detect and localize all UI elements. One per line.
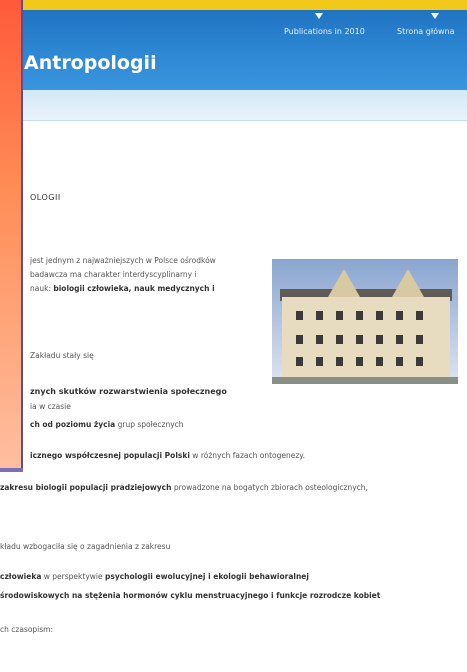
building-photo <box>272 259 458 384</box>
site-title: Antropologii <box>24 52 157 74</box>
intro-text-2: Zakładu stały się <box>30 351 94 360</box>
list-item: ia w czasie <box>30 402 71 411</box>
nav-caret-icon <box>315 13 323 19</box>
list-item: człowieka w perspektywie psychologii ewo… <box>0 572 309 581</box>
list-item: środowiskowych na stężenia hormonów cykl… <box>0 591 381 600</box>
list-item: zakresu biologii populacji pradziejowych… <box>0 483 368 492</box>
footer-text: ch czasopism: <box>0 625 53 634</box>
list-item: icznego współczesnej populacji Polski w … <box>30 451 306 460</box>
list-item: ch od poziomu życia grup społecznych <box>30 420 184 429</box>
intro-text-3: kładu wzbogaciła się o zagadnienia z zak… <box>0 542 171 551</box>
para1-line2: badawcza ma charakter interdyscyplinarny… <box>30 270 197 279</box>
sub-navigation-bar <box>0 90 467 121</box>
list-item: znych skutków rozwarstwienia społecznego <box>30 387 227 396</box>
section-heading: OLOGII <box>30 193 61 202</box>
nav-link-publications[interactable]: Publications in 2010 <box>284 27 365 36</box>
para1-line3: nauk: biologii człowieka, nauk medycznyc… <box>30 284 215 293</box>
nav-link-home[interactable]: Strona główna <box>397 27 455 36</box>
overlay-panel-shadow <box>0 468 23 472</box>
top-accent-strip <box>0 0 467 10</box>
para1-line1: jest jednym z najważniejszych w Polsce o… <box>30 256 216 265</box>
overlay-panel <box>0 0 23 470</box>
site-header: Publications in 2010 Strona główna Antro… <box>0 0 467 90</box>
nav-caret-icon <box>431 13 439 19</box>
